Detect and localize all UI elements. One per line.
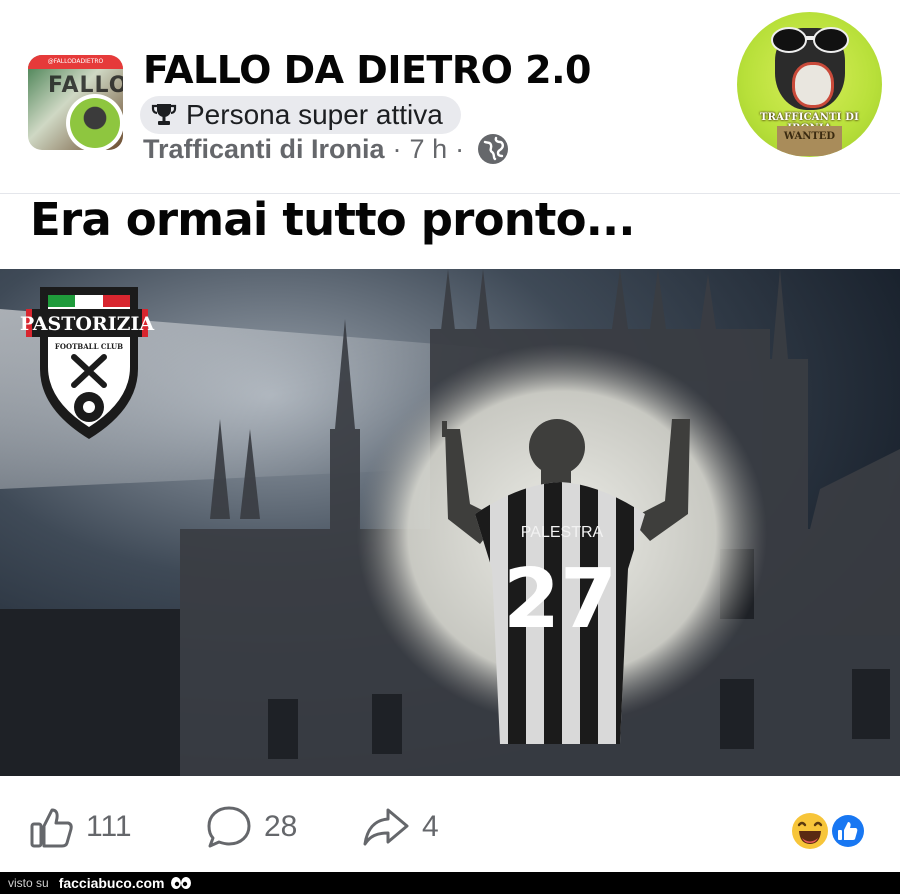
share-arrow-icon: [363, 808, 409, 846]
post-image-art: PALESTRA 27 PASTORIZIA FOOTBALL CLUB: [0, 269, 900, 776]
shirt-number: 27: [503, 552, 617, 647]
like-count: 111: [86, 810, 132, 843]
group-name[interactable]: FALLO DA DIETRO 2.0: [143, 48, 591, 92]
user-avatar[interactable]: [66, 94, 124, 152]
like-reaction-icon: [830, 813, 866, 849]
post-text: Era ormai tutto pronto...: [30, 193, 635, 246]
sunglasses-icon: [771, 27, 849, 53]
comment-bubble-icon: [207, 806, 251, 848]
post-actions: 111 28 4: [0, 776, 900, 872]
post-header: @FALLODADIETRO FALLO FALLO DA DIETRO 2.0…: [0, 0, 900, 190]
globe-icon: [478, 134, 509, 164]
watermark-footer: visto su facciabuco.com: [0, 872, 900, 894]
laughing-emoji-icon: [792, 813, 828, 849]
post-image[interactable]: PALESTRA 27 PASTORIZIA FOOTBALL CLUB: [0, 269, 900, 776]
like-button[interactable]: 111: [30, 806, 132, 848]
share-count: 4: [422, 810, 439, 843]
group-avatar-banner: @FALLODADIETRO: [28, 55, 123, 69]
thumbs-up-icon: [30, 808, 73, 848]
club-subtitle: FOOTBALL CLUB: [55, 342, 123, 351]
badge-label: Persona super attiva: [186, 99, 443, 130]
comment-button[interactable]: 28: [206, 806, 297, 848]
reaction-summary[interactable]: [791, 811, 871, 851]
monkey-mouth: [792, 62, 834, 108]
group-avatar-word: FALLO: [48, 73, 123, 98]
eyes-icon: [170, 877, 191, 889]
trafficanti-logo: TRAFFICANTI DI IRONIA WANTED: [737, 12, 882, 157]
author-name[interactable]: Trafficanti di Ironia: [143, 134, 385, 165]
meta-separator: ·: [392, 133, 402, 164]
club-name: PASTORIZIA: [20, 313, 154, 335]
meta-separator-2: ·: [455, 133, 465, 164]
member-badge[interactable]: Persona super attiva: [140, 96, 461, 134]
trophy-icon: [151, 104, 177, 125]
footer-prefix: visto su: [8, 876, 49, 890]
share-button[interactable]: 4: [362, 806, 439, 848]
comment-count: 28: [264, 810, 298, 843]
user-avatar-image: [70, 98, 120, 148]
post-meta: Trafficanti di Ironia · 7 h ·: [143, 132, 510, 166]
shirt-name: PALESTRA: [521, 524, 604, 541]
logo-line-2: WANTED: [777, 126, 842, 156]
footer-site[interactable]: facciabuco.com: [59, 875, 165, 891]
post-time[interactable]: 7 h: [410, 134, 448, 165]
